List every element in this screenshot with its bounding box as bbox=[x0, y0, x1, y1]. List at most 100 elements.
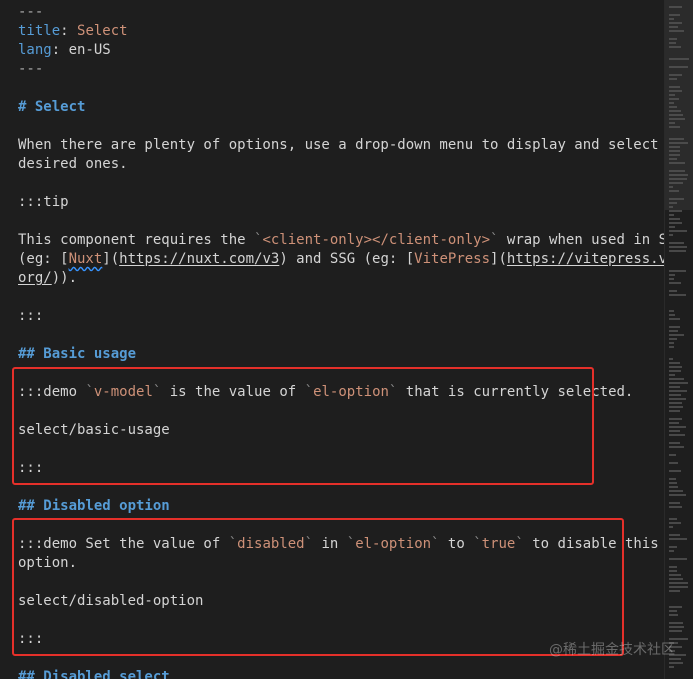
minimap-line bbox=[669, 270, 686, 272]
minimap-line bbox=[669, 66, 688, 68]
minimap-line bbox=[669, 174, 688, 176]
inline-code: el-option bbox=[355, 536, 432, 552]
intro-line-2: desired ones. bbox=[18, 156, 128, 172]
minimap-line bbox=[669, 370, 681, 372]
minimap-line bbox=[669, 578, 683, 580]
minimap-line bbox=[669, 102, 674, 104]
minimap-line bbox=[669, 22, 682, 24]
minimap-line bbox=[669, 6, 682, 8]
frontmatter-colon: : bbox=[51, 42, 69, 58]
minimap-line bbox=[669, 110, 681, 112]
minimap-line bbox=[669, 290, 677, 292]
minimap-line bbox=[669, 126, 680, 128]
backtick: ` bbox=[473, 536, 482, 552]
minimap-line bbox=[669, 586, 688, 588]
tip-text-line-2: (eg: [Nuxt](https://nuxt.com/v3) and SSG… bbox=[18, 250, 665, 269]
minimap-line bbox=[669, 218, 680, 220]
minimap-line bbox=[669, 518, 677, 520]
inline-code: v-model bbox=[93, 384, 153, 400]
link-url-vitepress[interactable]: https://vitepress.vuejs. bbox=[507, 251, 665, 267]
minimap-line bbox=[669, 150, 680, 152]
minimap-line bbox=[669, 362, 680, 364]
backtick: ` bbox=[85, 384, 94, 400]
tip-text-line-1: This component requires the `<client-onl… bbox=[18, 231, 665, 250]
code-editor[interactable]: --- title: Select lang: en-US --- # Sele… bbox=[0, 0, 665, 679]
minimap-line bbox=[669, 622, 683, 624]
minimap-line bbox=[669, 394, 681, 396]
minimap-line bbox=[669, 230, 687, 232]
minimap-line bbox=[669, 94, 675, 96]
backtick: ` bbox=[304, 536, 314, 552]
minimap-line bbox=[669, 626, 684, 628]
minimap-line bbox=[669, 278, 674, 280]
minimap-line bbox=[669, 234, 673, 236]
minimap-line bbox=[669, 402, 682, 404]
disabled-demo-line: :::demo Set the value of `disabled` in `… bbox=[18, 535, 659, 554]
disabled-demo-line-2: option. bbox=[18, 555, 78, 571]
minimap-line bbox=[669, 334, 684, 336]
minimap-line bbox=[669, 14, 680, 16]
minimap-line bbox=[669, 58, 689, 60]
text-span: wrap when used in SSR bbox=[506, 232, 665, 248]
minimap-line bbox=[669, 386, 680, 388]
link-text-vitepress[interactable]: VitePress bbox=[414, 251, 490, 267]
minimap-line bbox=[669, 430, 680, 432]
minimap-line bbox=[669, 410, 680, 412]
minimap-line bbox=[669, 338, 677, 340]
minimap-line bbox=[669, 582, 688, 584]
minimap-line bbox=[669, 574, 681, 576]
minimap-line bbox=[669, 378, 684, 380]
minimap-line bbox=[669, 138, 684, 140]
minimap-line bbox=[669, 170, 685, 172]
minimap-line bbox=[669, 506, 682, 508]
minimap-line bbox=[669, 358, 673, 360]
minimap-line bbox=[669, 38, 677, 40]
text-span: ]( bbox=[490, 251, 507, 267]
minimap-line bbox=[669, 190, 679, 192]
minimap-line bbox=[669, 406, 683, 408]
link-text-nuxt[interactable]: Nuxt bbox=[69, 251, 103, 267]
frontmatter-title-line: title: Select bbox=[18, 22, 128, 41]
text-span: to bbox=[439, 536, 474, 552]
minimap-line bbox=[669, 558, 687, 560]
minimap-line bbox=[669, 122, 675, 124]
text-span: :::demo bbox=[18, 384, 86, 400]
text-span: to disable this bbox=[523, 536, 659, 552]
text-span: ]( bbox=[102, 251, 120, 267]
text-span: (eg: [ bbox=[18, 251, 69, 267]
minimap-line bbox=[669, 210, 682, 212]
minimap-line bbox=[669, 250, 686, 252]
minimap-line bbox=[669, 422, 679, 424]
frontmatter-close: --- bbox=[18, 61, 44, 77]
frontmatter-open: --- bbox=[18, 4, 44, 20]
minimap-line bbox=[669, 282, 681, 284]
backtick: ` bbox=[304, 384, 314, 400]
minimap-line bbox=[669, 454, 676, 456]
minimap-line bbox=[669, 142, 688, 144]
minimap-line bbox=[669, 662, 683, 664]
backtick: ` bbox=[515, 536, 524, 552]
link-url-vitepress-cont[interactable]: org/ bbox=[18, 270, 52, 286]
minimap-line bbox=[669, 606, 682, 608]
disabled-demo-path: select/disabled-option bbox=[18, 593, 204, 609]
minimap-line bbox=[669, 666, 674, 668]
frontmatter-colon: : bbox=[60, 23, 78, 39]
basic-demo-close: ::: bbox=[18, 460, 44, 476]
minimap-line bbox=[669, 78, 677, 80]
minimap-line bbox=[669, 314, 675, 316]
minimap-line bbox=[669, 374, 675, 376]
text-span: in bbox=[313, 536, 347, 552]
minimap-line bbox=[669, 550, 674, 552]
minimap-line bbox=[669, 538, 687, 540]
minimap-line bbox=[669, 118, 685, 120]
minimap[interactable] bbox=[664, 0, 693, 679]
minimap-line bbox=[669, 182, 683, 184]
inline-code: <client-only></client-only> bbox=[262, 232, 491, 248]
minimap-line bbox=[669, 522, 681, 524]
disabled-demo-close: ::: bbox=[18, 631, 44, 647]
frontmatter-value: Select bbox=[77, 23, 128, 39]
minimap-line bbox=[669, 206, 673, 208]
minimap-line bbox=[669, 590, 680, 592]
minimap-line bbox=[669, 434, 685, 436]
link-url-nuxt[interactable]: https://nuxt.com/v3 bbox=[119, 251, 279, 267]
